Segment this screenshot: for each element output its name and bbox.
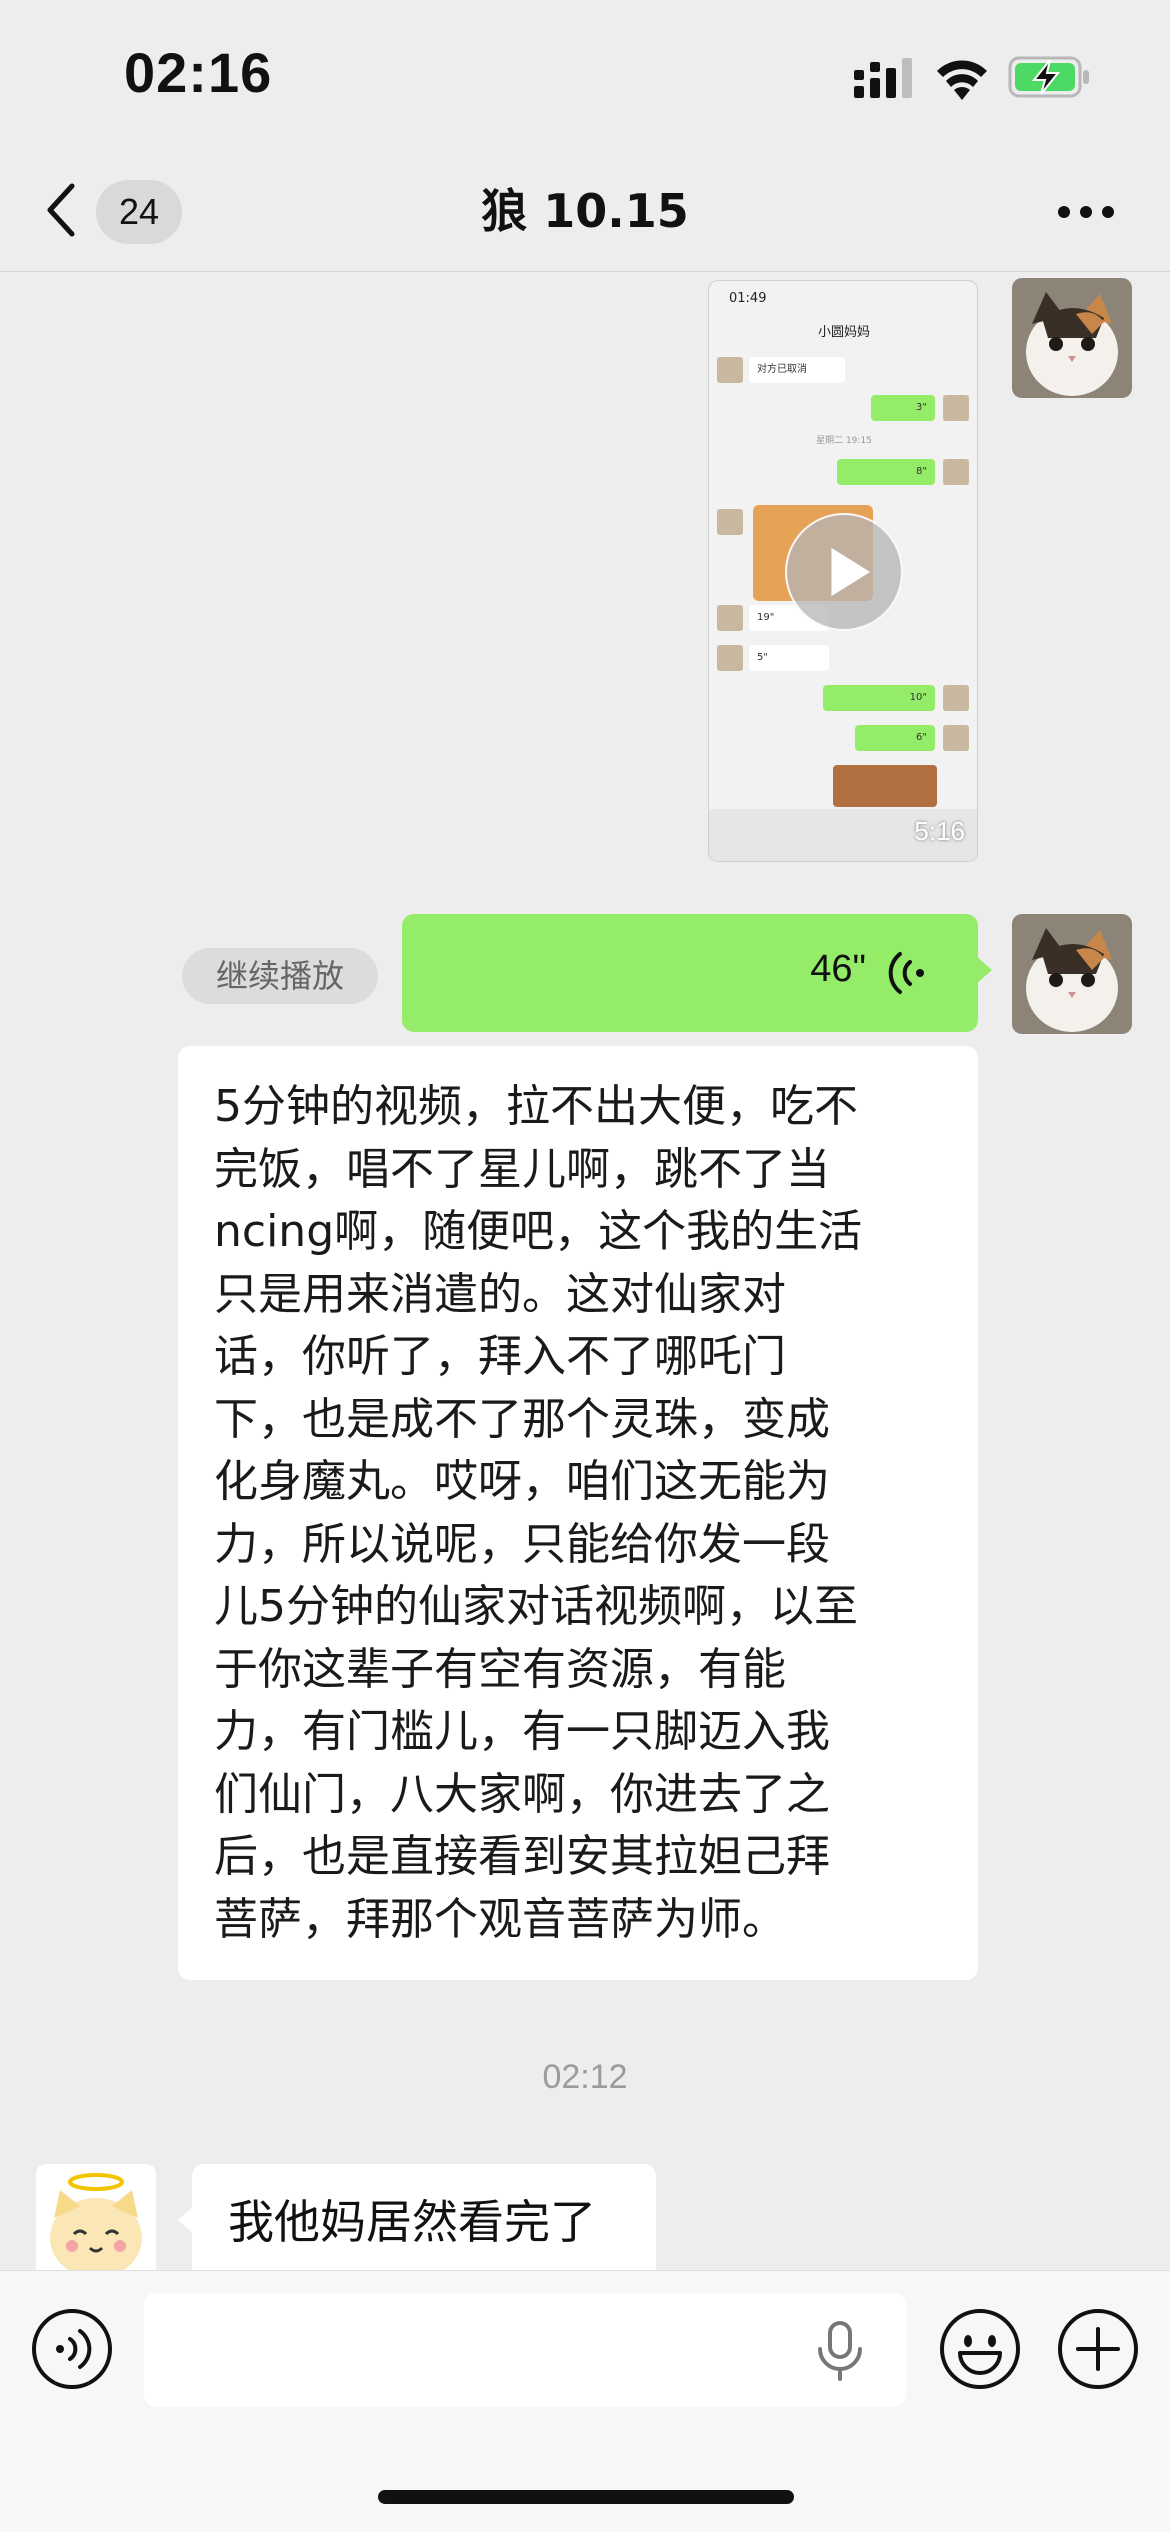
transcript-line: 只是用来消遣的。这对仙家对 bbox=[214, 1268, 786, 1320]
wifi-icon bbox=[937, 60, 987, 100]
preview-voice-row: 3" bbox=[871, 395, 935, 421]
preview-avatar bbox=[717, 645, 743, 671]
cat-avatar-icon bbox=[1012, 914, 1132, 1034]
transcript-line: 下，也是成不了那个灵珠，变成 bbox=[214, 1393, 830, 1445]
transcript-line: ncing啊，随便吧，这个我的生活 bbox=[214, 1206, 863, 1257]
transcript-line: 力，有门槛儿，有一只脚迈入我 bbox=[214, 1706, 830, 1757]
transcript-line: 5分钟的视频，拉不出大便，吃不 bbox=[214, 1081, 858, 1132]
transcript-line: 力，所以说呢，只能给你发一段 bbox=[214, 1518, 830, 1570]
voice-input-toggle-icon[interactable] bbox=[30, 2307, 114, 2391]
message-timestamp: 02:12 bbox=[542, 2058, 628, 2096]
received-message-bubble[interactable]: 我他妈居然看完了 bbox=[178, 2164, 656, 2280]
transcript-line: 儿5分钟的仙家对话视频啊，以至 bbox=[214, 1581, 858, 1632]
voice-wave-icon bbox=[888, 952, 924, 994]
video-duration: 5:16 bbox=[914, 816, 965, 846]
transcript-line: 菩萨，拜那个观音菩萨为师。 bbox=[214, 1893, 786, 1945]
more-options-icon[interactable] bbox=[1054, 188, 1118, 236]
message-input[interactable] bbox=[144, 2293, 906, 2407]
continue-playing-button[interactable]: 继续播放 bbox=[182, 948, 378, 1004]
microphone-icon[interactable] bbox=[812, 2319, 868, 2383]
preview-status-time: 01:49 bbox=[729, 291, 767, 306]
preview-avatar bbox=[717, 509, 743, 535]
voice-transcript[interactable]: 5分钟的视频，拉不出大便，吃不 完饭，唱不了星儿啊，跳不了当 ncing啊，随便… bbox=[178, 1046, 978, 1980]
preview-chat-title: 小圆妈妈 bbox=[817, 325, 870, 340]
preview-avatar bbox=[943, 459, 969, 485]
voice-duration: 46" bbox=[810, 948, 866, 990]
battery-charging-icon bbox=[1008, 56, 1089, 98]
transcript-line: 后，也是直接看到安其拉妲己拜 bbox=[214, 1831, 830, 1882]
transcript-line: 们仙门，八大家啊，你进去了之 bbox=[214, 1768, 830, 1820]
my-avatar[interactable] bbox=[1012, 914, 1132, 1034]
transcript-line: 于你这辈子有空有资源，有能 bbox=[214, 1643, 786, 1695]
voice-message-bubble[interactable]: 46" bbox=[402, 914, 992, 1032]
transcript-line: 话，你听了，拜入不了哪吒门 bbox=[214, 1331, 786, 1382]
preview-avatar bbox=[717, 605, 743, 631]
cat-avatar-icon bbox=[1012, 278, 1132, 398]
preview-date-label: 星期二 19:15 bbox=[816, 436, 872, 446]
video-message-thumbnail[interactable]: 01:49 小圆妈妈 对方已取消 3" 星期二 19:15 8" 19" 5" … bbox=[708, 280, 978, 862]
chat-header: 24 狼 10.15 bbox=[0, 150, 1170, 272]
preview-avatar bbox=[943, 725, 969, 751]
my-avatar[interactable] bbox=[1012, 278, 1132, 398]
plus-icon[interactable] bbox=[1056, 2307, 1140, 2391]
preview-avatar bbox=[943, 395, 969, 421]
preview-voice-row: 8" bbox=[837, 459, 935, 485]
transcript-line: 完饭，唱不了星儿啊，跳不了当 bbox=[214, 1143, 830, 1195]
preview-voice-row: 5" bbox=[749, 645, 829, 671]
emoji-icon[interactable] bbox=[938, 2307, 1022, 2391]
cellular-signal-icon bbox=[854, 58, 912, 98]
status-time: 02:16 bbox=[124, 41, 273, 104]
preview-avatar bbox=[717, 357, 743, 383]
cartoon-cat-avatar-icon bbox=[36, 2164, 156, 2284]
preview-cancelled-call: 对方已取消 bbox=[749, 357, 845, 383]
home-indicator[interactable] bbox=[378, 2490, 794, 2504]
preview-avatar bbox=[943, 685, 969, 711]
play-icon[interactable] bbox=[785, 513, 903, 631]
contact-avatar[interactable] bbox=[36, 2164, 156, 2284]
status-bar: 02:16 bbox=[0, 0, 1170, 150]
preview-voice-row: 6" bbox=[855, 725, 935, 751]
preview-voice-row: 10" bbox=[823, 685, 935, 711]
chat-title: 狼 10.15 bbox=[481, 184, 689, 238]
preview-dog-image bbox=[833, 765, 937, 807]
transcript-line: 化身魔丸。哎呀，咱们这无能为 bbox=[214, 1456, 830, 1507]
